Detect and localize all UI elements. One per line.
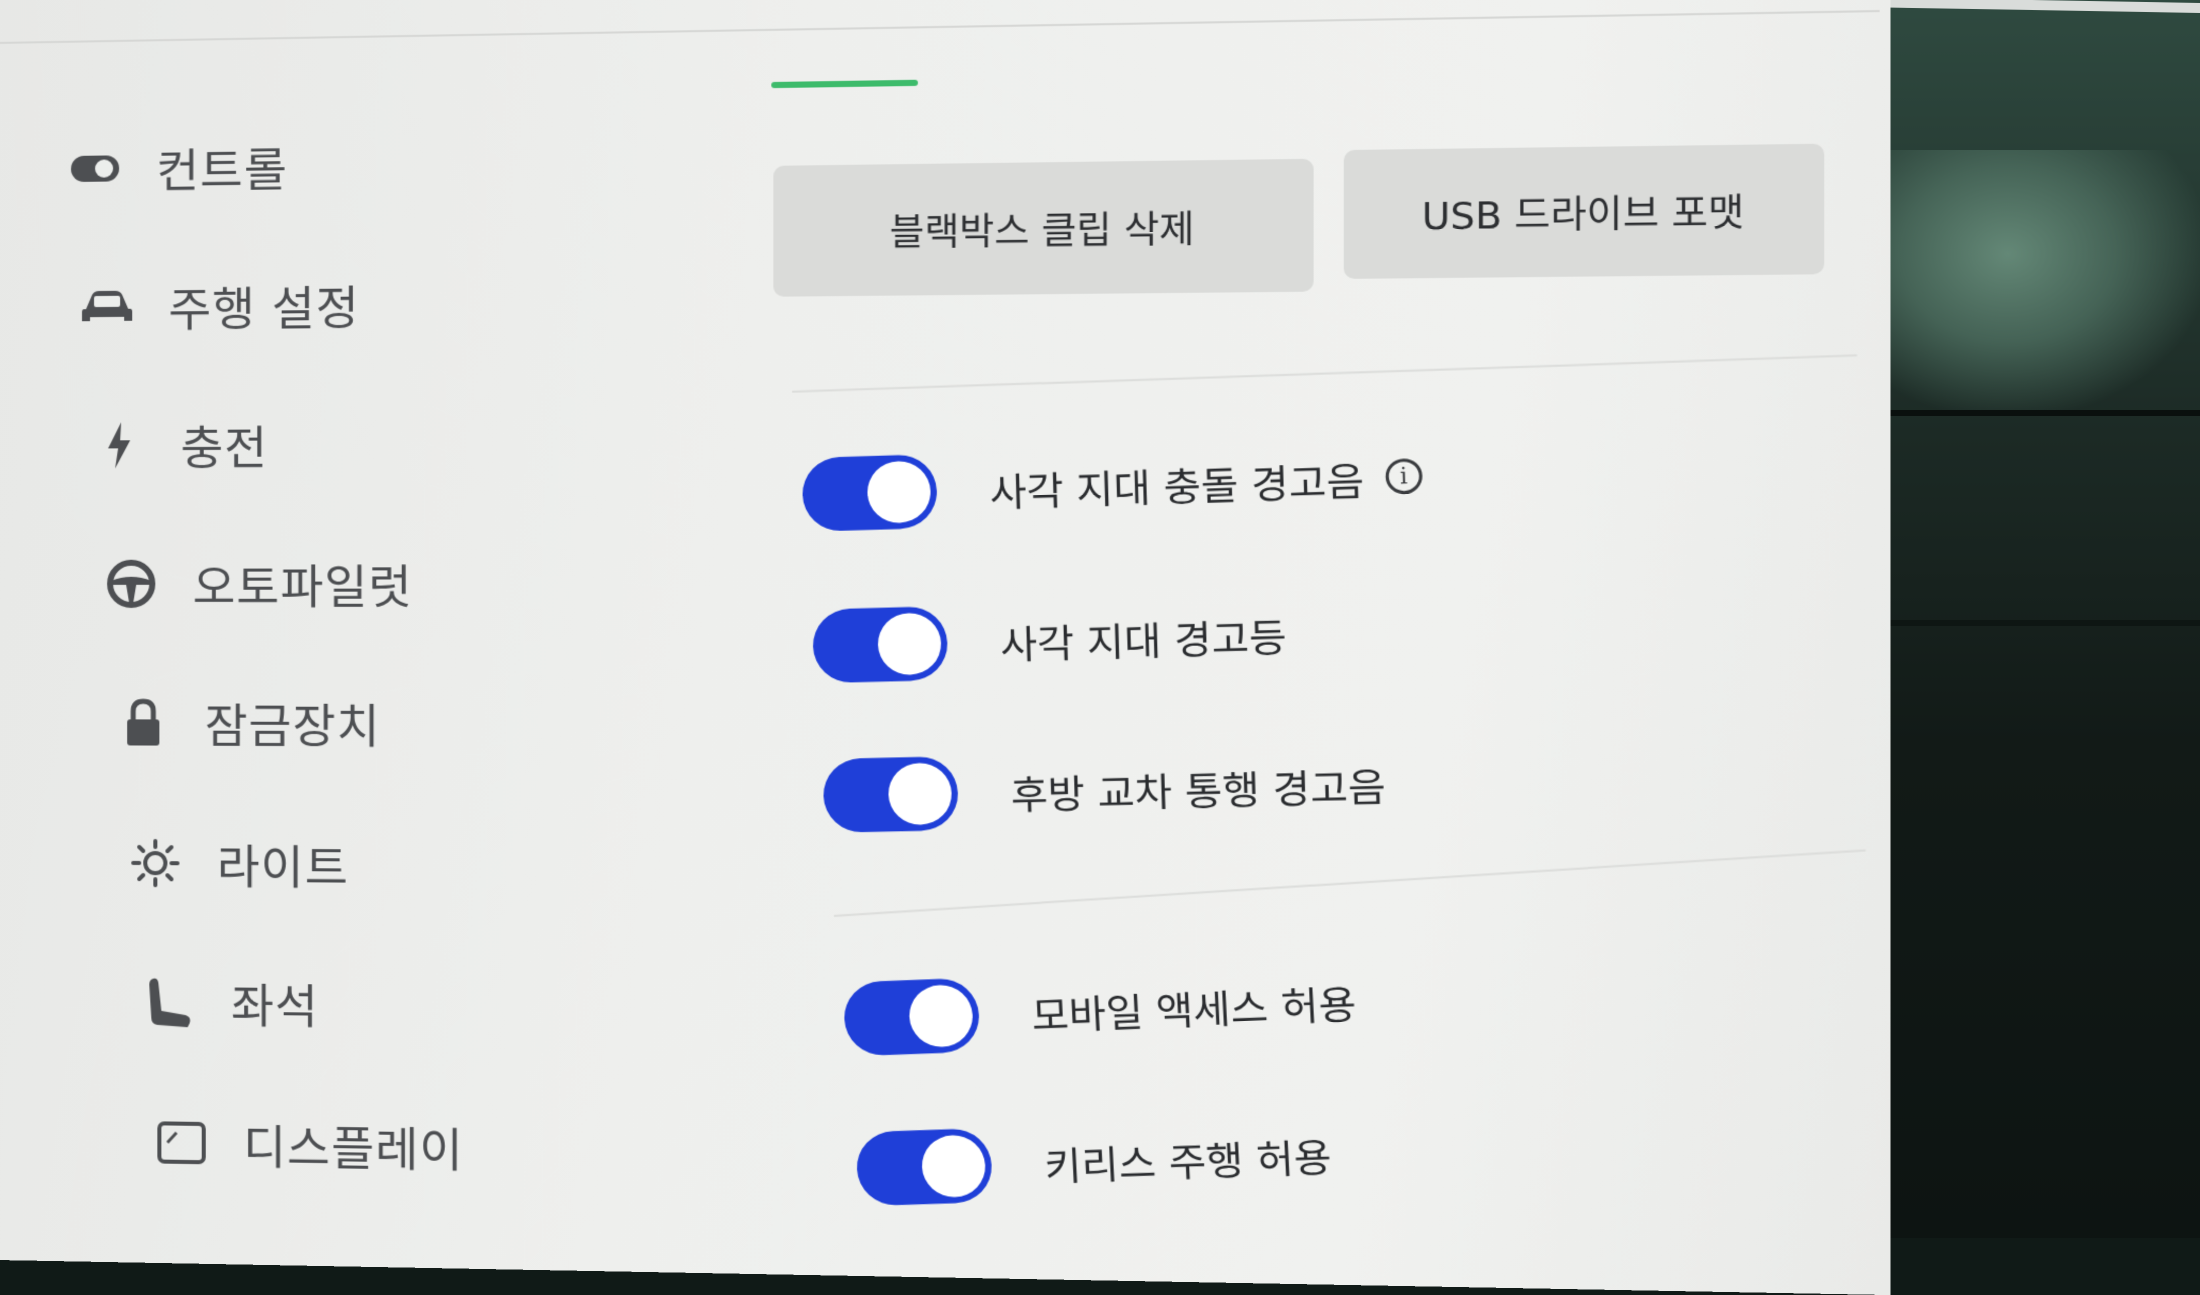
toggle-icon bbox=[66, 139, 124, 198]
toggle-label: 키리스 주행 허용 bbox=[1043, 1125, 1333, 1191]
mobile-access-toggle[interactable] bbox=[843, 978, 981, 1057]
toggle-row-mobile-access: 모바일 액세스 허용 bbox=[843, 963, 1358, 1056]
sidebar-item-display[interactable]: 디스플레이 bbox=[152, 1102, 463, 1187]
car-icon bbox=[78, 278, 136, 337]
steering-wheel-icon bbox=[102, 555, 160, 613]
sidebar-item-label: 디스플레이 bbox=[243, 1110, 464, 1180]
lock-icon bbox=[114, 693, 172, 751]
sidebar-item-label: 오토파일럿 bbox=[193, 550, 413, 617]
sidebar-item-autopilot[interactable]: 오토파일럿 bbox=[102, 543, 413, 624]
toggle-row-blind-spot-chime: 사각 지대 충돌 경고음 i bbox=[802, 438, 1424, 532]
touch-screen: 컨트롤 주행 설정 충전 bbox=[0, 0, 1891, 1295]
sidebar-item-label: 좌석 bbox=[231, 969, 319, 1036]
section-divider bbox=[792, 354, 1857, 392]
tab-indicator bbox=[771, 80, 918, 88]
dashboard-reflection bbox=[1880, 150, 2200, 410]
sidebar-item-label: 충전 bbox=[181, 411, 269, 478]
toggle-knob bbox=[921, 1134, 987, 1198]
sidebar-item-charging[interactable]: 충전 bbox=[90, 404, 268, 485]
format-usb-drive-button[interactable]: USB 드라이브 포맷 bbox=[1344, 144, 1824, 279]
sidebar-item-pedals[interactable]: 주행 설정 bbox=[78, 264, 360, 347]
sidebar-item-locks[interactable]: 잠금장치 bbox=[114, 682, 380, 763]
blind-spot-light-toggle[interactable] bbox=[812, 606, 948, 683]
sun-icon bbox=[126, 834, 184, 893]
toggle-knob bbox=[888, 762, 953, 825]
delete-dashcam-clips-button[interactable]: 블랙박스 클립 삭제 bbox=[773, 159, 1313, 297]
sidebar-item-label: 컨트롤 bbox=[156, 133, 287, 201]
sidebar-item-label: 라이트 bbox=[217, 830, 349, 897]
toggle-knob bbox=[877, 612, 942, 675]
toggle-knob bbox=[867, 460, 932, 524]
toggle-row-blind-spot-light: 사각 지대 경고등 bbox=[812, 597, 1288, 684]
toggle-label: 사각 지대 충돌 경고음 bbox=[989, 449, 1365, 517]
rear-cross-traffic-chime-toggle[interactable] bbox=[822, 756, 958, 833]
keyless-driving-toggle[interactable] bbox=[855, 1128, 993, 1206]
sidebar-item-label: 주행 설정 bbox=[168, 271, 359, 339]
section-divider bbox=[834, 849, 1866, 917]
toggle-knob bbox=[908, 984, 974, 1048]
dashboard-slat bbox=[1890, 410, 2200, 416]
sidebar-item-label: 잠금장치 bbox=[205, 689, 381, 756]
sidebar-item-seats[interactable]: 좌석 bbox=[140, 961, 319, 1043]
dashboard-slat bbox=[1890, 620, 2200, 626]
lightning-icon bbox=[90, 416, 148, 475]
toggle-row-keyless-driving: 키리스 주행 허용 bbox=[855, 1117, 1333, 1207]
toggle-label: 후방 교차 통행 경고음 bbox=[1010, 755, 1386, 820]
blind-spot-chime-toggle[interactable] bbox=[802, 454, 938, 532]
toggle-row-rear-cross-traffic: 후방 교차 통행 경고음 bbox=[822, 746, 1386, 833]
info-icon[interactable]: i bbox=[1385, 458, 1423, 495]
seat-icon bbox=[140, 972, 198, 1031]
sidebar-item-controls[interactable]: 컨트롤 bbox=[66, 126, 288, 209]
header-divider bbox=[0, 10, 1880, 44]
sidebar-item-lights[interactable]: 라이트 bbox=[126, 823, 349, 905]
display-icon bbox=[152, 1113, 210, 1172]
toggle-label: 모바일 액세스 허용 bbox=[1030, 972, 1357, 1041]
settings-sidebar: 컨트롤 주행 설정 충전 bbox=[66, 120, 698, 129]
toggle-label: 사각 지대 경고등 bbox=[999, 605, 1287, 669]
